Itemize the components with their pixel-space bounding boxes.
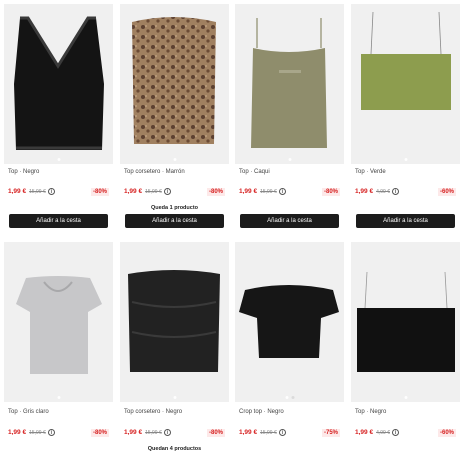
info-icon[interactable]: i xyxy=(278,188,286,195)
product-title[interactable]: Top · Gris claro xyxy=(8,409,49,415)
sale-price: 1,99 € xyxy=(355,188,374,195)
sale-price: 1,99 € xyxy=(8,188,27,195)
sale-price: 1,99 € xyxy=(124,188,143,195)
product-title[interactable]: Top · Negro xyxy=(8,169,39,175)
sale-price: 1,99 € xyxy=(239,429,258,436)
black-corset-top-image xyxy=(120,242,229,402)
product-title[interactable]: Top · Negro xyxy=(355,409,386,415)
image-pager[interactable] xyxy=(57,158,60,161)
black-lace-top-image xyxy=(4,4,113,164)
original-price: 15,99 € xyxy=(145,188,162,195)
green-tube-top-image xyxy=(351,4,460,164)
discount-badge: -60% xyxy=(437,428,456,437)
original-price: 4,99 € xyxy=(376,188,390,195)
discount-badge: -80% xyxy=(206,187,225,196)
add-to-cart-button[interactable]: Añadir a la cesta xyxy=(356,214,455,228)
discount-badge: -80% xyxy=(90,428,109,437)
product-card[interactable]: Top · Verde 1,99 € 4,99 € i -60% Añadir … xyxy=(351,4,460,232)
price-row: 1,99 € 15,99 € i -80% xyxy=(124,428,225,437)
product-image[interactable] xyxy=(120,4,229,164)
info-icon[interactable]: i xyxy=(47,188,55,195)
sale-price: 1,99 € xyxy=(355,429,374,436)
product-image[interactable] xyxy=(4,242,113,402)
khaki-cami-top-image xyxy=(235,4,344,164)
sale-price: 1,99 € xyxy=(124,429,143,436)
info-icon[interactable]: i xyxy=(391,188,399,195)
black-tube-top-image xyxy=(351,242,460,402)
info-icon[interactable]: i xyxy=(278,429,286,436)
stock-notice: Quedan 4 productos xyxy=(147,446,202,452)
add-to-cart-button[interactable]: Añadir a la cesta xyxy=(240,214,339,228)
price-row: 1,99 € 15,99 € i -80% xyxy=(239,187,340,196)
product-card[interactable]: Top · Caqui 1,99 € 15,99 € i -80% Añadir… xyxy=(235,4,344,232)
image-pager[interactable] xyxy=(404,158,407,161)
product-card[interactable]: Top corsetero · Negro 1,99 € 15,99 € i -… xyxy=(120,242,229,454)
discount-badge: -80% xyxy=(90,187,109,196)
product-title[interactable]: Top · Verde xyxy=(355,169,386,175)
original-price: 15,99 € xyxy=(29,429,46,436)
product-image[interactable] xyxy=(351,4,460,164)
price-row: 1,99 € 4,99 € i -60% xyxy=(355,187,456,196)
grey-top-image xyxy=(4,242,113,402)
image-pager[interactable] xyxy=(285,396,294,399)
info-icon[interactable]: i xyxy=(391,429,399,436)
price-row: 1,99 € 15,99 € i -80% xyxy=(124,187,225,196)
info-icon[interactable]: i xyxy=(163,429,171,436)
black-crop-top-image xyxy=(235,242,344,402)
product-card[interactable]: Top corsetero · Marrón 1,99 € 15,99 € i … xyxy=(120,4,229,232)
add-to-cart-button[interactable]: Añadir a la cesta xyxy=(125,214,224,228)
price-row: 1,99 € 15,99 € i -80% xyxy=(8,428,109,437)
product-grid: Top · Negro 1,99 € 15,99 € i -80% Añadir… xyxy=(0,0,475,454)
product-card[interactable]: Top · Negro 1,99 € 4,99 € i -60% xyxy=(351,242,460,454)
product-image[interactable] xyxy=(120,242,229,402)
sale-price: 1,99 € xyxy=(8,429,27,436)
original-price: 15,99 € xyxy=(29,188,46,195)
stock-notice: Queda 1 producto xyxy=(150,205,199,211)
leopard-corset-top-image xyxy=(120,4,229,164)
discount-badge: -80% xyxy=(321,187,340,196)
product-card[interactable]: Top · Gris claro 1,99 € 15,99 € i -80% xyxy=(4,242,113,454)
sale-price: 1,99 € xyxy=(239,188,258,195)
product-image[interactable] xyxy=(4,4,113,164)
info-icon[interactable]: i xyxy=(163,188,171,195)
discount-badge: -75% xyxy=(321,428,340,437)
product-title[interactable]: Top corsetero · Marrón xyxy=(124,169,185,175)
info-icon[interactable]: i xyxy=(47,429,55,436)
product-card[interactable]: Crop top · Negro 1,99 € 15,99 € i -75% xyxy=(235,242,344,454)
original-price: 15,99 € xyxy=(145,429,162,436)
price-row: 1,99 € 15,99 € i -75% xyxy=(239,428,340,437)
image-pager[interactable] xyxy=(57,396,60,399)
product-image[interactable] xyxy=(351,242,460,402)
original-price: 15,99 € xyxy=(260,429,277,436)
image-pager[interactable] xyxy=(404,396,407,399)
image-pager[interactable] xyxy=(173,396,176,399)
product-title[interactable]: Top corsetero · Negro xyxy=(124,409,182,415)
product-card[interactable]: Top · Negro 1,99 € 15,99 € i -80% Añadir… xyxy=(4,4,113,232)
image-pager[interactable] xyxy=(288,158,291,161)
image-pager[interactable] xyxy=(173,158,176,161)
original-price: 15,99 € xyxy=(260,188,277,195)
price-row: 1,99 € 4,99 € i -60% xyxy=(355,428,456,437)
product-title[interactable]: Crop top · Negro xyxy=(239,409,284,415)
product-image[interactable] xyxy=(235,4,344,164)
discount-badge: -60% xyxy=(437,187,456,196)
original-price: 4,99 € xyxy=(376,429,390,436)
product-image[interactable] xyxy=(235,242,344,402)
product-title[interactable]: Top · Caqui xyxy=(239,169,270,175)
add-to-cart-button[interactable]: Añadir a la cesta xyxy=(9,214,108,228)
price-row: 1,99 € 15,99 € i -80% xyxy=(8,187,109,196)
discount-badge: -80% xyxy=(206,428,225,437)
